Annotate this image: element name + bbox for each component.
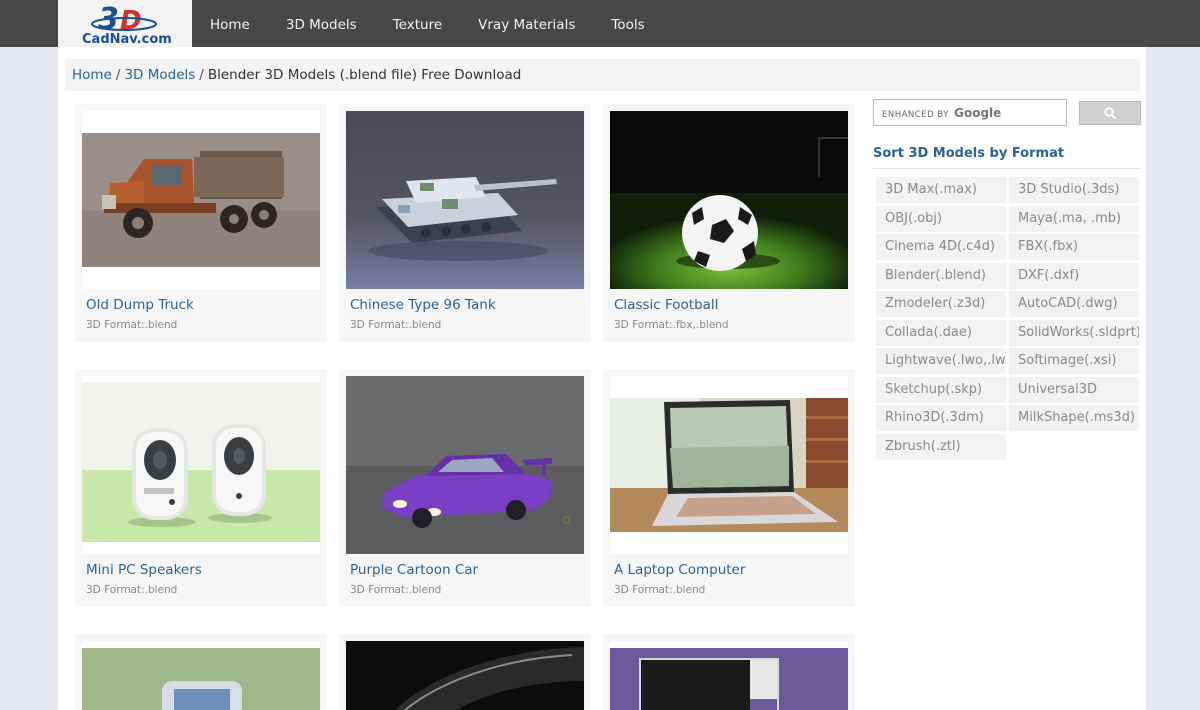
nav-vray-materials[interactable]: Vray Materials xyxy=(460,0,593,47)
format-link[interactable]: Sketchup(.skp) xyxy=(876,376,1006,403)
format-link[interactable]: Maya(.ma, .mb) xyxy=(1009,205,1139,232)
breadcrumb-separator: / xyxy=(115,67,121,83)
format-link[interactable]: Universal3D xyxy=(1009,376,1139,403)
search-input[interactable]: ENHANCED BY Google xyxy=(873,99,1067,126)
breadcrumb: Home/3D Models / Blender 3D Models (.blend… xyxy=(65,59,1140,91)
model-card: Chinese Type 96 Tank 3D Format:.blend xyxy=(339,104,591,342)
breadcrumb-current: Blender 3D Models (.blend file) Free Dow… xyxy=(207,67,522,83)
model-preview-image xyxy=(346,641,584,710)
format-link[interactable]: DXF(.dxf) xyxy=(1009,262,1139,289)
model-thumbnail[interactable] xyxy=(346,111,584,289)
top-navbar: 3 D CadNav.com Home 3D Models Texture Vr… xyxy=(0,0,1200,47)
format-link[interactable]: Zmodeler(.z3d) xyxy=(876,291,1006,317)
format-link[interactable]: Cinema 4D(.c4d) xyxy=(876,234,1006,260)
search-placeholder: ENHANCED BY Google xyxy=(882,106,1002,120)
format-link[interactable]: OBJ(.obj) xyxy=(876,205,1006,232)
search-button[interactable] xyxy=(1079,101,1141,125)
site-logo[interactable]: 3 D CadNav.com xyxy=(58,0,192,47)
model-thumbnail[interactable] xyxy=(610,111,848,289)
nav-3d-models[interactable]: 3D Models xyxy=(268,0,375,47)
nav-home[interactable]: Home xyxy=(192,0,268,47)
model-card xyxy=(75,634,327,710)
main-nav: Home 3D Models Texture Vray Materials To… xyxy=(192,0,663,47)
format-link[interactable]: Softimage(.xsi) xyxy=(1009,348,1139,374)
format-link[interactable]: Blender(.blend) xyxy=(876,262,1006,289)
model-card: Classic Football 3D Format:.fbx,.blend xyxy=(603,104,855,342)
format-link[interactable]: MilkShape(.ms3d) xyxy=(1009,405,1139,431)
format-link[interactable]: Rhino3D(.3dm) xyxy=(876,405,1006,431)
laptop-image xyxy=(610,376,848,554)
format-link[interactable]: Collada(.dae) xyxy=(876,319,1006,346)
model-thumbnail[interactable] xyxy=(82,111,320,289)
model-thumbnail[interactable] xyxy=(82,641,320,710)
format-link[interactable]: Zbrush(.ztl) xyxy=(876,433,1006,460)
model-thumbnail[interactable] xyxy=(346,641,584,710)
model-format: 3D Format:.blend xyxy=(350,584,442,596)
model-card xyxy=(339,634,591,710)
model-card: Old Dump Truck 3D Format:.blend xyxy=(75,104,327,342)
svg-text:CadNav.com: CadNav.com xyxy=(82,32,172,47)
model-card: A Laptop Computer 3D Format:.blend xyxy=(603,369,855,607)
breadcrumb-separator: / xyxy=(199,67,204,83)
model-title[interactable]: A Laptop Computer xyxy=(614,562,745,578)
model-format: 3D Format:.fbx,.blend xyxy=(614,319,729,331)
model-preview-image xyxy=(82,641,320,710)
sidebar-divider xyxy=(873,168,1141,169)
breadcrumb-home[interactable]: Home xyxy=(72,67,112,83)
truck-image xyxy=(82,111,320,289)
nav-texture[interactable]: Texture xyxy=(375,0,460,47)
format-link[interactable]: FBX(.fbx) xyxy=(1009,234,1139,260)
format-link[interactable]: 3D Studio(.3ds) xyxy=(1009,177,1139,203)
model-title[interactable]: Chinese Type 96 Tank xyxy=(350,297,496,313)
format-link[interactable]: Lightwave(.lwo,.lws) xyxy=(876,348,1006,374)
page-container: Home/3D Models / Blender 3D Models (.blend… xyxy=(58,47,1146,710)
model-thumbnail[interactable] xyxy=(610,641,848,710)
breadcrumb-3d-models[interactable]: 3D Models xyxy=(124,67,195,83)
model-format: 3D Format:.blend xyxy=(614,584,706,596)
format-link[interactable]: SolidWorks(.sldprt) xyxy=(1009,319,1139,346)
cadnav-logo-icon: 3 D CadNav.com xyxy=(82,2,172,47)
model-title[interactable]: Classic Football xyxy=(614,297,718,313)
format-link[interactable]: 3D Max(.max) xyxy=(876,177,1006,203)
model-card: Purple Cartoon Car 3D Format:.blend xyxy=(339,369,591,607)
model-title[interactable]: Mini PC Speakers xyxy=(86,562,202,578)
model-thumbnail[interactable] xyxy=(346,376,584,554)
model-format: 3D Format:.blend xyxy=(86,319,178,331)
speakers-image xyxy=(82,376,320,554)
format-link[interactable]: AutoCAD(.dwg) xyxy=(1009,291,1139,317)
model-thumbnail[interactable] xyxy=(82,376,320,554)
model-title[interactable]: Purple Cartoon Car xyxy=(350,562,478,578)
model-card xyxy=(603,634,855,710)
model-title[interactable]: Old Dump Truck xyxy=(86,297,194,313)
model-format: 3D Format:.blend xyxy=(350,319,442,331)
model-card: Mini PC Speakers 3D Format:.blend xyxy=(75,369,327,607)
car-image xyxy=(346,376,584,554)
model-thumbnail[interactable] xyxy=(610,376,848,554)
sidebar-title: Sort 3D Models by Format xyxy=(873,146,1065,161)
football-image xyxy=(610,111,848,289)
nav-tools[interactable]: Tools xyxy=(593,0,662,47)
tank-image xyxy=(346,111,584,289)
model-format: 3D Format:.blend xyxy=(86,584,178,596)
model-preview-image xyxy=(610,641,848,710)
search-icon xyxy=(1104,107,1117,120)
